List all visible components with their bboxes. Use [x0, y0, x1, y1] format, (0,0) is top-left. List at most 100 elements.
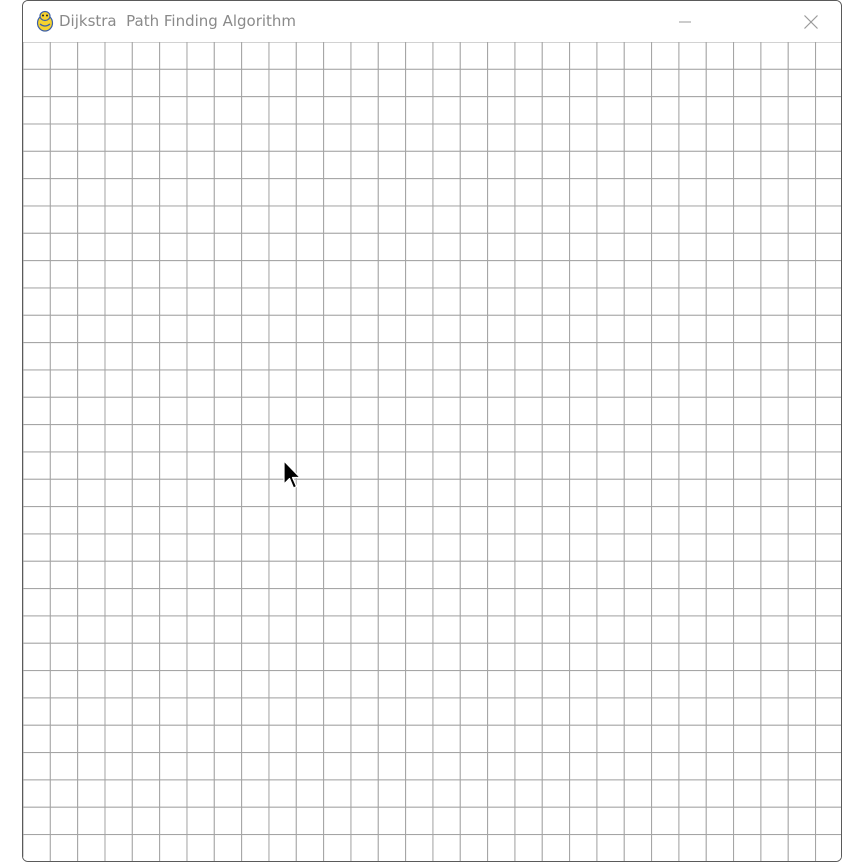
grid-cell[interactable]: [651, 150, 680, 180]
grid-cell[interactable]: [186, 150, 215, 180]
grid-cell[interactable]: [405, 396, 434, 426]
grid-cell[interactable]: [705, 779, 735, 808]
grid-cell[interactable]: [787, 123, 817, 152]
grid-cell[interactable]: [733, 615, 762, 644]
grid-cell[interactable]: [514, 314, 543, 344]
grid-cell[interactable]: [104, 752, 133, 781]
grid-cell[interactable]: [268, 314, 297, 344]
grid-cell[interactable]: [678, 314, 707, 344]
grid-cell[interactable]: [295, 232, 325, 262]
grid-cell[interactable]: [623, 205, 653, 234]
grid-cell[interactable]: [760, 150, 789, 180]
grid-cell[interactable]: [131, 588, 161, 617]
grid-cell[interactable]: [350, 533, 379, 562]
grid-cell[interactable]: [295, 642, 325, 672]
grid-cell[interactable]: [268, 260, 297, 289]
grid-cell[interactable]: [815, 752, 841, 781]
grid-cell[interactable]: [131, 779, 161, 808]
grid-cell[interactable]: [459, 205, 489, 234]
grid-cell[interactable]: [678, 96, 707, 125]
grid-cell[interactable]: [295, 342, 325, 371]
grid-cell[interactable]: [323, 314, 352, 344]
grid-cell[interactable]: [23, 724, 51, 754]
grid-cell[interactable]: [241, 232, 270, 262]
grid-cell[interactable]: [213, 834, 243, 862]
grid-cell[interactable]: [815, 287, 841, 316]
grid-cell[interactable]: [705, 260, 735, 289]
grid-cell[interactable]: [596, 369, 625, 398]
grid-cell[interactable]: [733, 42, 762, 70]
grid-cell[interactable]: [787, 642, 817, 672]
grid-cell[interactable]: [623, 314, 653, 344]
grid-cell[interactable]: [23, 342, 51, 371]
grid-cell[interactable]: [77, 68, 106, 98]
grid-cell[interactable]: [651, 642, 680, 672]
grid-cell[interactable]: [705, 314, 735, 344]
grid-cell[interactable]: [541, 779, 571, 808]
grid-cell[interactable]: [131, 396, 161, 426]
grid-cell[interactable]: [405, 752, 434, 781]
grid-cell[interactable]: [623, 342, 653, 371]
grid-cell[interactable]: [487, 752, 516, 781]
grid-cell[interactable]: [350, 342, 379, 371]
grid-cell[interactable]: [815, 697, 841, 726]
grid-cell[interactable]: [268, 150, 297, 180]
grid-cell[interactable]: [131, 42, 161, 70]
grid-cell[interactable]: [23, 42, 51, 70]
grid-cell[interactable]: [541, 287, 571, 316]
grid-cell[interactable]: [104, 96, 133, 125]
grid-cell[interactable]: [705, 451, 735, 480]
grid-cell[interactable]: [514, 588, 543, 617]
grid-cell[interactable]: [186, 68, 215, 98]
grid-cell[interactable]: [678, 834, 707, 862]
grid-cell[interactable]: [377, 506, 407, 535]
grid-cell[interactable]: [295, 670, 325, 699]
grid-cell[interactable]: [295, 779, 325, 808]
grid-cell[interactable]: [49, 232, 79, 262]
grid-cell[interactable]: [569, 478, 598, 508]
grid-cell[interactable]: [760, 506, 789, 535]
grid-cell[interactable]: [295, 150, 325, 180]
grid-cell[interactable]: [295, 178, 325, 207]
grid-cell[interactable]: [377, 123, 407, 152]
grid-cell[interactable]: [432, 506, 461, 535]
grid-cell[interactable]: [159, 342, 188, 371]
grid-cell[interactable]: [432, 670, 461, 699]
grid-cell[interactable]: [104, 478, 133, 508]
grid-cell[interactable]: [760, 806, 789, 836]
grid-cell[interactable]: [623, 96, 653, 125]
grid-cell[interactable]: [705, 342, 735, 371]
grid-cell[interactable]: [678, 670, 707, 699]
grid-cell[interactable]: [186, 369, 215, 398]
grid-cell[interactable]: [541, 478, 571, 508]
grid-cell[interactable]: [459, 533, 489, 562]
grid-cell[interactable]: [596, 232, 625, 262]
grid-cell[interactable]: [678, 68, 707, 98]
grid-cell[interactable]: [186, 287, 215, 316]
grid-cell[interactable]: [459, 752, 489, 781]
grid-cell[interactable]: [77, 834, 106, 862]
grid-cell[interactable]: [213, 724, 243, 754]
grid-cell[interactable]: [487, 314, 516, 344]
grid-cell[interactable]: [49, 260, 79, 289]
grid-cell[interactable]: [186, 123, 215, 152]
grid-cell[interactable]: [213, 205, 243, 234]
grid-cell[interactable]: [596, 834, 625, 862]
grid-cell[interactable]: [186, 806, 215, 836]
grid-cell[interactable]: [159, 451, 188, 480]
grid-cell[interactable]: [815, 260, 841, 289]
grid-cell[interactable]: [569, 588, 598, 617]
grid-cell[interactable]: [241, 588, 270, 617]
grid-cell[interactable]: [815, 369, 841, 398]
grid-cell[interactable]: [705, 615, 735, 644]
grid-cell[interactable]: [459, 369, 489, 398]
grid-cell[interactable]: [760, 615, 789, 644]
grid-cell[interactable]: [159, 478, 188, 508]
grid-cell[interactable]: [268, 205, 297, 234]
grid-cell[interactable]: [49, 670, 79, 699]
grid-cell[interactable]: [350, 615, 379, 644]
grid-cell[interactable]: [596, 150, 625, 180]
grid-cell[interactable]: [815, 506, 841, 535]
grid-cell[interactable]: [733, 806, 762, 836]
grid-cell[interactable]: [760, 232, 789, 262]
